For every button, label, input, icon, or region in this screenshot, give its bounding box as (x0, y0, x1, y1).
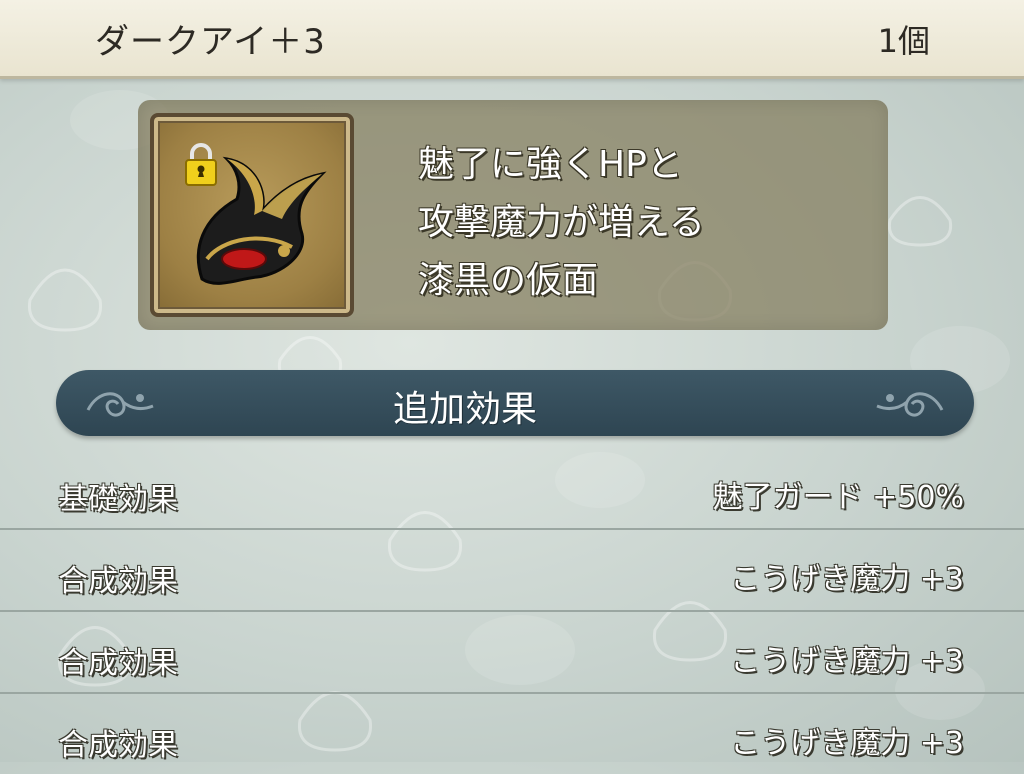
effect-row: 基礎効果 魅了ガード +50% (0, 448, 1024, 530)
item-name: ダークアイ＋3 (95, 22, 326, 62)
additional-effects-header: 追加効果 (56, 370, 974, 436)
effects-list: 基礎効果 魅了ガード +50% 合成効果 こうげき魔力 +3 合成効果 こうげき… (0, 448, 1024, 774)
effect-value: 魅了ガード +50% (712, 480, 964, 515)
effect-row: 合成効果 こうげき魔力 +3 (0, 612, 1024, 694)
effect-value: こうげき魔力 +3 (730, 562, 964, 597)
effect-name: 基礎効果 (58, 482, 178, 517)
item-icon-frame[interactable] (150, 113, 354, 317)
description-line: 漆黒の仮面 (418, 260, 599, 301)
ornament-icon (876, 392, 944, 417)
section-label: 追加効果 (392, 389, 537, 430)
effect-value: こうげき魔力 +3 (730, 726, 964, 761)
item-count: 1個 (877, 22, 930, 60)
effect-row: 合成効果 こうげき魔力 +3 (0, 694, 1024, 774)
effect-name: 合成効果 (58, 564, 178, 599)
effect-name: 合成効果 (58, 728, 178, 763)
item-description: 魅了に強くHPと 攻撃魔力が増える 漆黒の仮面 (418, 136, 705, 310)
effect-name: 合成効果 (58, 646, 178, 681)
lock-icon (185, 143, 217, 186)
effect-value: こうげき魔力 +3 (730, 644, 964, 679)
description-line: 攻撃魔力が増える (418, 202, 705, 243)
effect-row: 合成効果 こうげき魔力 +3 (0, 530, 1024, 612)
description-line: 魅了に強くHPと (418, 144, 683, 185)
item-header: ダークアイ＋3 1個 (0, 0, 1024, 79)
